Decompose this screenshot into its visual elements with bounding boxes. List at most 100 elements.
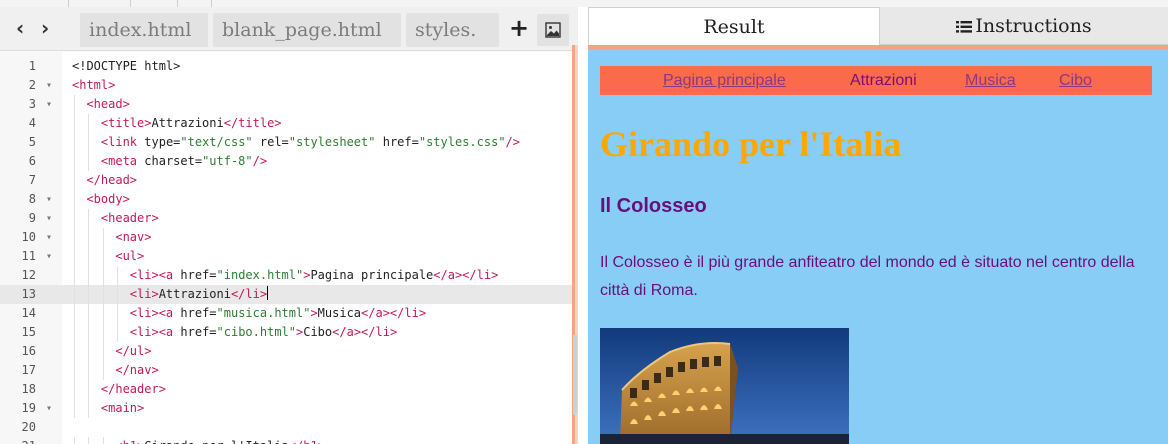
nav-item-current: Attrazioni	[850, 72, 917, 89]
line-number-text: 6	[28, 154, 36, 168]
code-text: <body>	[86, 192, 130, 206]
code-line[interactable]: 10 ▾ <nav>	[0, 228, 572, 247]
code-line[interactable]: 14 <li><a href="musica.html">Musica</a><…	[0, 304, 572, 323]
output-tabs: Result Instructions	[588, 7, 1168, 45]
code-line[interactable]: 17 </nav>	[0, 361, 572, 380]
fold-arrow-icon[interactable]: ▾	[46, 228, 52, 247]
strip-divider	[177, 0, 178, 7]
code-text: <head>	[86, 97, 130, 111]
code-line[interactable]: 1 <!DOCTYPE html>	[0, 57, 572, 76]
preview-paragraph: Il Colosseo è il più grande anfiteatro d…	[600, 254, 1135, 299]
code-line[interactable]: 9 ▾ <header>	[0, 209, 572, 228]
line-number-text: 2	[28, 78, 36, 92]
line-number-text: 19	[21, 401, 36, 415]
code-text: <li>Attrazioni</li>	[129, 286, 269, 301]
code-line[interactable]: 16 </ul>	[0, 342, 572, 361]
output-panel: Result Instructions Pagina principale At…	[588, 7, 1168, 444]
code-line[interactable]: 19 ▾ <main>	[0, 399, 572, 418]
code-text: <nav>	[115, 230, 152, 244]
line-number-text: 14	[21, 306, 36, 320]
line-number-text: 10	[21, 230, 36, 244]
line-number-text: 21	[22, 437, 36, 444]
line-number-text: 3	[28, 97, 36, 111]
code-text: </ul>	[115, 344, 152, 358]
line-number-text: 4	[28, 116, 36, 130]
fold-arrow-icon[interactable]: ▾	[46, 95, 52, 114]
tab-blank-page-html[interactable]: blank_page.html	[213, 13, 401, 47]
chevron-right-icon[interactable]: ›	[41, 15, 49, 41]
tab-result[interactable]: Result	[588, 7, 880, 45]
line-number-text: 12	[21, 268, 36, 282]
fold-arrow-icon[interactable]: ▾	[46, 76, 52, 95]
line-number-text: 7	[28, 173, 36, 187]
colosseum-image	[600, 328, 849, 444]
nav-link-music[interactable]: Musica	[965, 71, 1016, 91]
code-text: <header>	[100, 211, 159, 225]
code-line[interactable]: 4 <title>Attrazioni</title>	[0, 114, 572, 133]
preview-heading: Girando per l'Italia	[600, 124, 902, 164]
fold-arrow-icon[interactable]: ▾	[46, 209, 52, 228]
code-line[interactable]: 13 <li>Attrazioni</li>	[0, 285, 572, 304]
code-text: <html>	[72, 78, 116, 92]
code-text: <meta charset="utf-8"/>	[100, 154, 268, 168]
tab-instructions[interactable]: Instructions	[880, 7, 1168, 45]
code-line[interactable]: 6 <meta charset="utf-8"/>	[0, 152, 572, 171]
code-line[interactable]: 18 </header>	[0, 380, 572, 399]
code-line[interactable]: 2 ▾ <html>	[0, 76, 572, 95]
code-line[interactable]: 11 ▾ <ul>	[0, 247, 572, 266]
image-icon	[545, 22, 561, 38]
line-number-text: 20	[21, 420, 36, 434]
code-text: <title>Attrazioni</title>	[100, 116, 282, 130]
code-area[interactable]: 1 <!DOCTYPE html> 2 ▾ <html> 3 ▾ <head> 4 <titl…	[0, 52, 572, 444]
code-text: <main>	[100, 401, 145, 415]
code-text: <li><a href="index.html">Pagina principa…	[129, 268, 499, 282]
tab-styles-css[interactable]: styles.	[406, 13, 499, 47]
code-line[interactable]: 5 <link type="text/css" rel="stylesheet"…	[0, 133, 572, 152]
tab-index-html[interactable]: index.html	[80, 13, 208, 47]
code-line[interactable]: 15 <li><a href="cibo.html">Cibo</a></li>	[0, 323, 572, 342]
preview-nav-bar: Pagina principale Attrazioni Musica Cibo	[600, 66, 1152, 95]
fold-arrow-icon[interactable]: ▾	[46, 247, 52, 266]
strip-divider	[68, 0, 69, 7]
splitter-grip[interactable]	[573, 335, 577, 415]
code-text: <li><a href="cibo.html">Cibo</a></li>	[129, 325, 398, 339]
code-text: <!DOCTYPE html>	[72, 59, 181, 73]
code-text: <link type="text/css" rel="stylesheet" h…	[100, 135, 520, 149]
code-line[interactable]: 12 <li><a href="index.html">Pagina princ…	[0, 266, 572, 285]
panel-splitter[interactable]	[572, 45, 578, 444]
strip-divider	[211, 0, 212, 7]
strip-divider	[130, 0, 131, 7]
code-line[interactable]: 21 <h1>Girando per l'Italia</h1>	[0, 437, 572, 444]
line-number-text: 15	[21, 325, 36, 339]
colosseum-photo	[600, 328, 849, 444]
line-number-text: 16	[21, 344, 36, 358]
code-text: </head>	[86, 173, 138, 187]
nav-link-food[interactable]: Cibo	[1059, 71, 1092, 91]
line-number-text: 8	[28, 192, 36, 206]
fold-arrow-icon[interactable]: ▾	[46, 190, 52, 209]
code-line[interactable]: 20	[0, 418, 572, 437]
code-line[interactable]: 3 ▾ <head>	[0, 95, 572, 114]
line-number-text: 5	[28, 135, 36, 149]
code-text: <li><a href="musica.html">Musica</a></li…	[129, 306, 427, 320]
code-line[interactable]: 7 </head>	[0, 171, 572, 190]
line-number-text: 11	[21, 249, 36, 263]
list-icon	[956, 21, 973, 33]
nav-link-home[interactable]: Pagina principale	[663, 71, 786, 91]
line-number-text: 18	[21, 382, 36, 396]
file-tab-bar: ‹ › index.html blank_page.html styles. +	[0, 7, 578, 51]
code-line[interactable]: 8 ▾ <body>	[0, 190, 572, 209]
code-editor-panel: ‹ › index.html blank_page.html styles. +…	[0, 7, 578, 444]
add-file-button[interactable]: +	[508, 15, 530, 41]
tab-instructions-label: Instructions	[975, 15, 1092, 37]
plus-icon: +	[508, 14, 530, 42]
code-text: <ul>	[115, 249, 145, 263]
top-strip	[0, 0, 1168, 7]
line-number-text: 1	[28, 59, 36, 73]
line-number-text: 17	[21, 363, 36, 377]
fold-arrow-icon[interactable]: ▾	[46, 399, 52, 418]
code-text: <h1>Girando per l'Italia</h1>	[72, 437, 325, 444]
line-number-text: 9	[28, 211, 36, 225]
chevron-left-icon[interactable]: ‹	[16, 15, 24, 41]
add-image-button[interactable]	[537, 14, 569, 46]
